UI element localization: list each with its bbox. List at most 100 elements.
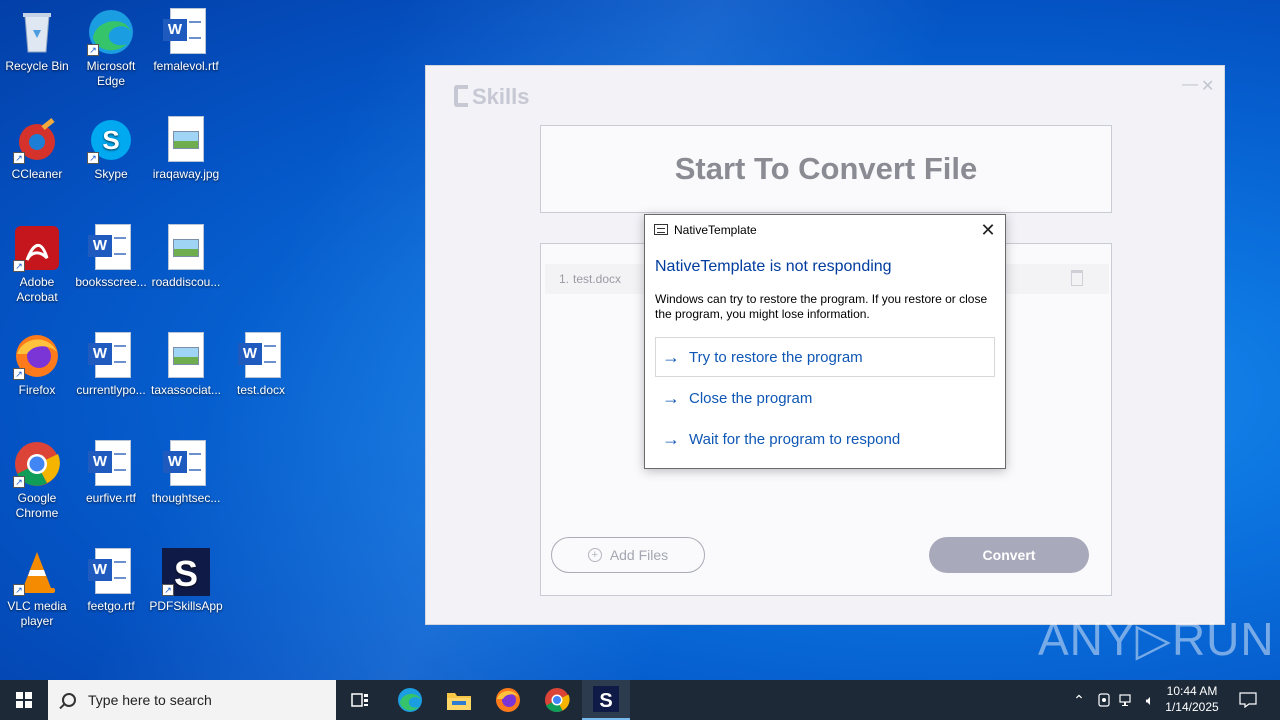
taskbar: Type here to search S ⌃ 🔈︎ 10:44 AM 1/14… [0,680,1280,720]
network-icon [1119,694,1131,706]
dialog-titlebar: NativeTemplate ✕ [645,215,1005,245]
option-label: Close the program [689,389,813,407]
desktop-icon-label: Recycle Bin [5,59,69,73]
restore-program-option[interactable]: → Try to restore the program [655,337,995,377]
desktop-icon-taxassociat[interactable]: taxassociat... [148,332,224,398]
desktop-icon-feetgo[interactable]: W feetgo.rtf [73,548,149,614]
desktop-icon-iraqaway[interactable]: iraqaway.jpg [148,116,224,182]
word-doc-icon: W [87,224,135,272]
desktop-icon-eurfive[interactable]: W eurfive.rtf [73,440,149,506]
desktop-icon-label: iraqaway.jpg [152,167,220,181]
device-icon [1098,693,1110,707]
close-button[interactable]: ✕ [1201,76,1214,96]
desktop-icon-label: VLC media player [7,599,67,628]
desktop-icon-label: booksscree... [75,275,147,289]
add-files-button[interactable]: + Add Files [551,537,705,573]
desktop-icon-test-docx[interactable]: W test.docx [223,332,299,398]
image-file-icon [162,116,210,164]
desktop-icon-booksscreen[interactable]: W booksscree... [73,224,149,290]
desktop-icon-skype[interactable]: S ↗ Skype [73,116,149,182]
arrow-right-icon: → [662,428,680,449]
desktop-icon-label: thoughtsec... [151,491,221,505]
chrome-icon: ↗ [13,440,61,488]
taskbar-file-explorer[interactable] [435,680,483,720]
word-doc-icon: W [162,440,210,488]
dialog-message: Windows can try to restore the program. … [655,292,988,321]
taskbar-clock[interactable]: 10:44 AM 1/14/2025 [1160,683,1224,715]
image-file-icon [162,332,210,380]
desktop-icon-label: roaddiscou... [151,275,221,289]
tray-volume-icon[interactable]: 🔈︎ [1139,680,1161,720]
file-name: test.docx [573,272,622,286]
add-files-label: Add Files [609,547,669,563]
close-program-option[interactable]: → Close the program [655,378,995,418]
shortcut-arrow-icon: ↗ [13,152,25,164]
image-file-icon [162,224,210,272]
acrobat-icon: ↗ [13,224,61,272]
desktop-icon-label: Adobe Acrobat [16,275,58,304]
desktop-icon-label: test.docx [236,383,286,397]
folder-icon [447,693,471,710]
wait-program-option[interactable]: → Wait for the program to respond [655,419,995,459]
taskbar-firefox[interactable] [484,680,532,720]
arrow-right-icon: → [662,346,680,367]
taskbar-pdfskills[interactable]: S [582,680,630,720]
desktop-icon-roaddiscou[interactable]: roaddiscou... [148,224,224,290]
svg-text:S: S [174,553,198,594]
window-app-icon [654,224,668,235]
arrow-right-icon: → [662,387,680,408]
skills-logo-icon [454,85,468,107]
desktop-icon-firefox[interactable]: ↗ Firefox [0,332,75,398]
notification-icon [1239,692,1257,708]
taskbar-search-box[interactable]: Type here to search [48,680,336,720]
minimize-button[interactable]: — [1182,76,1198,94]
desktop-icon-microsoft-edge[interactable]: ↗ Microsoft Edge [73,8,149,89]
desktop-icon-pdfskillsapp[interactable]: S ↗ PDFSkillsApp [148,548,224,614]
ccleaner-icon: ↗ [13,116,61,164]
desktop-icon-vlc[interactable]: ↗ VLC media player [0,548,75,629]
clock-date: 1/14/2025 [1165,700,1219,714]
desktop-icon-recycle-bin[interactable]: Recycle Bin [0,8,75,74]
desktop-icon-label: CCleaner [11,167,63,181]
word-doc-icon: W [87,440,135,488]
chevron-up-icon: ⌃ [1073,691,1085,708]
tray-network-icon[interactable] [1116,680,1138,720]
dialog-close-button[interactable]: ✕ [977,219,999,241]
trash-icon[interactable] [1071,270,1083,286]
vlc-icon: ↗ [13,548,61,596]
shortcut-arrow-icon: ↗ [13,476,25,488]
not-responding-dialog: NativeTemplate ✕ NativeTemplate is not r… [644,214,1006,469]
task-view-button[interactable] [336,680,384,720]
desktop-icon-thoughtsec[interactable]: W thoughtsec... [148,440,224,506]
desktop-icon-ccleaner[interactable]: ↗ CCleaner [0,116,75,182]
notifications-button[interactable] [1234,680,1262,720]
speaker-icon: 🔈︎ [1145,691,1155,708]
app-logo: Skills [454,84,529,110]
file-index: 1. [559,272,570,286]
desktop-icon-adobe-acrobat[interactable]: ↗ Adobe Acrobat [0,224,75,305]
pdfskills-icon: S ↗ [162,548,210,596]
edge-icon: ↗ [87,8,135,56]
start-button[interactable] [0,680,48,720]
shortcut-arrow-icon: ↗ [13,584,25,596]
desktop-icon-label: Skype [94,167,128,181]
word-doc-icon: W [87,548,135,596]
taskbar-edge[interactable] [386,680,434,720]
desktop-icon-femalevol[interactable]: W femalevol.rtf [148,8,224,74]
desktop-icon-currentlypo[interactable]: W currentlypo... [73,332,149,398]
convert-button[interactable]: Convert [929,537,1089,573]
taskbar-chrome[interactable] [533,680,581,720]
word-doc-icon: W [87,332,135,380]
shortcut-arrow-icon: ↗ [13,368,25,380]
desktop-icon-label: femalevol.rtf [153,59,219,73]
task-view-icon [351,693,368,707]
desktop-icon-label: Microsoft Edge [86,59,136,88]
desktop-icon-label: eurfive.rtf [85,491,136,505]
windows-logo-icon [16,692,32,708]
show-hidden-icons-button[interactable]: ⌃ [1068,680,1090,720]
firefox-icon: ↗ [13,332,61,380]
desktop-icon-google-chrome[interactable]: ↗ Google Chrome [0,440,75,521]
tray-device-icon[interactable] [1093,680,1115,720]
skype-icon: S ↗ [87,116,135,164]
svg-text:S: S [102,125,119,155]
